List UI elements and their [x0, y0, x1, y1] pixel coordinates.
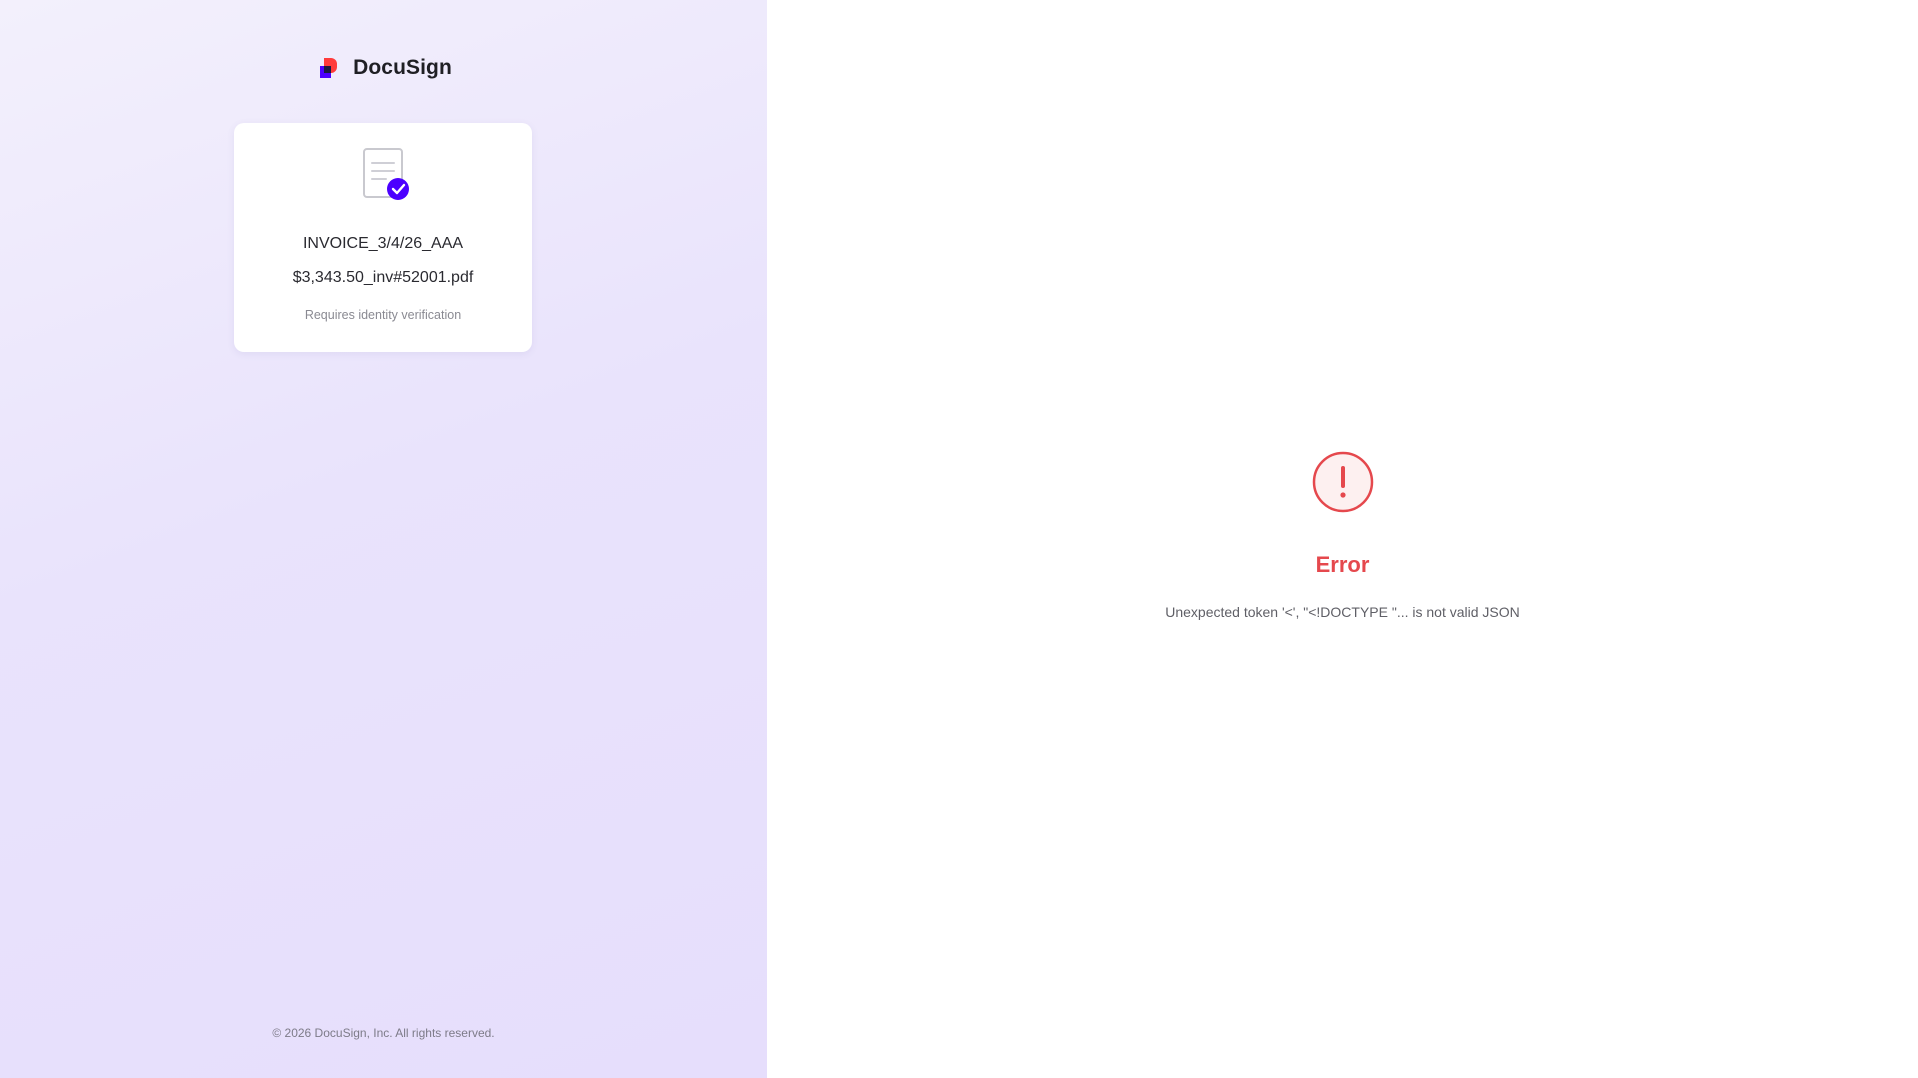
brand-header: DocuSign	[0, 55, 767, 81]
docusign-logo-icon	[315, 55, 341, 81]
error-message: Unexpected token '<', "<!DOCTYPE "... is…	[1165, 604, 1520, 620]
error-title: Error	[1315, 552, 1370, 577]
brand-name: DocuSign	[353, 56, 452, 79]
verification-note: Requires identity verification	[304, 308, 462, 322]
document-verified-icon	[360, 147, 410, 203]
exclamation-circle-icon	[1312, 451, 1374, 513]
document-name-line-1: INVOICE_3/4/26_AAA	[302, 235, 464, 252]
page: DocuSign INVOICE_3/4/26_AAA $3,343.50_in…	[0, 0, 1918, 1078]
document-card: INVOICE_3/4/26_AAA $3,343.50_inv#52001.p…	[234, 123, 532, 352]
right-panel: Error Unexpected token '<', "<!DOCTYPE "…	[767, 0, 1918, 1078]
document-name-line-2: $3,343.50_inv#52001.pdf	[292, 269, 474, 286]
left-panel: DocuSign INVOICE_3/4/26_AAA $3,343.50_in…	[0, 0, 767, 1078]
copyright-footer: © 2026 DocuSign, Inc. All rights reserve…	[272, 1026, 495, 1040]
